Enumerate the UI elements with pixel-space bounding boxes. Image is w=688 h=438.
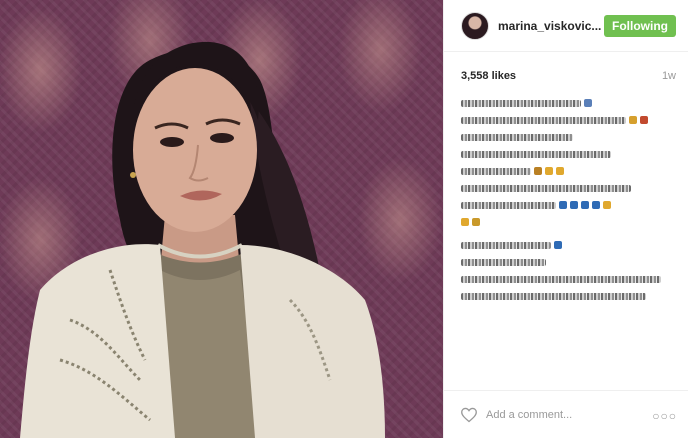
likes-count[interactable]: 3,558 likes bbox=[461, 70, 516, 82]
heart-icon[interactable] bbox=[460, 407, 478, 423]
more-options-icon[interactable]: ○○○ bbox=[652, 409, 677, 423]
post-time[interactable]: 1w bbox=[662, 70, 676, 82]
following-button[interactable]: Following bbox=[604, 15, 676, 37]
avatar[interactable] bbox=[461, 12, 489, 40]
username-link[interactable]: marina_viskovic... bbox=[498, 19, 606, 33]
post-sidebar: marina_viskovic... Following 3,558 likes… bbox=[443, 0, 688, 438]
post-footer: ○○○ bbox=[444, 390, 688, 438]
caption-obscured bbox=[461, 98, 676, 308]
post-header: marina_viskovic... Following bbox=[444, 0, 688, 52]
portrait-photo bbox=[20, 41, 385, 438]
add-comment-input[interactable] bbox=[486, 405, 636, 425]
post-photo[interactable] bbox=[0, 0, 443, 438]
